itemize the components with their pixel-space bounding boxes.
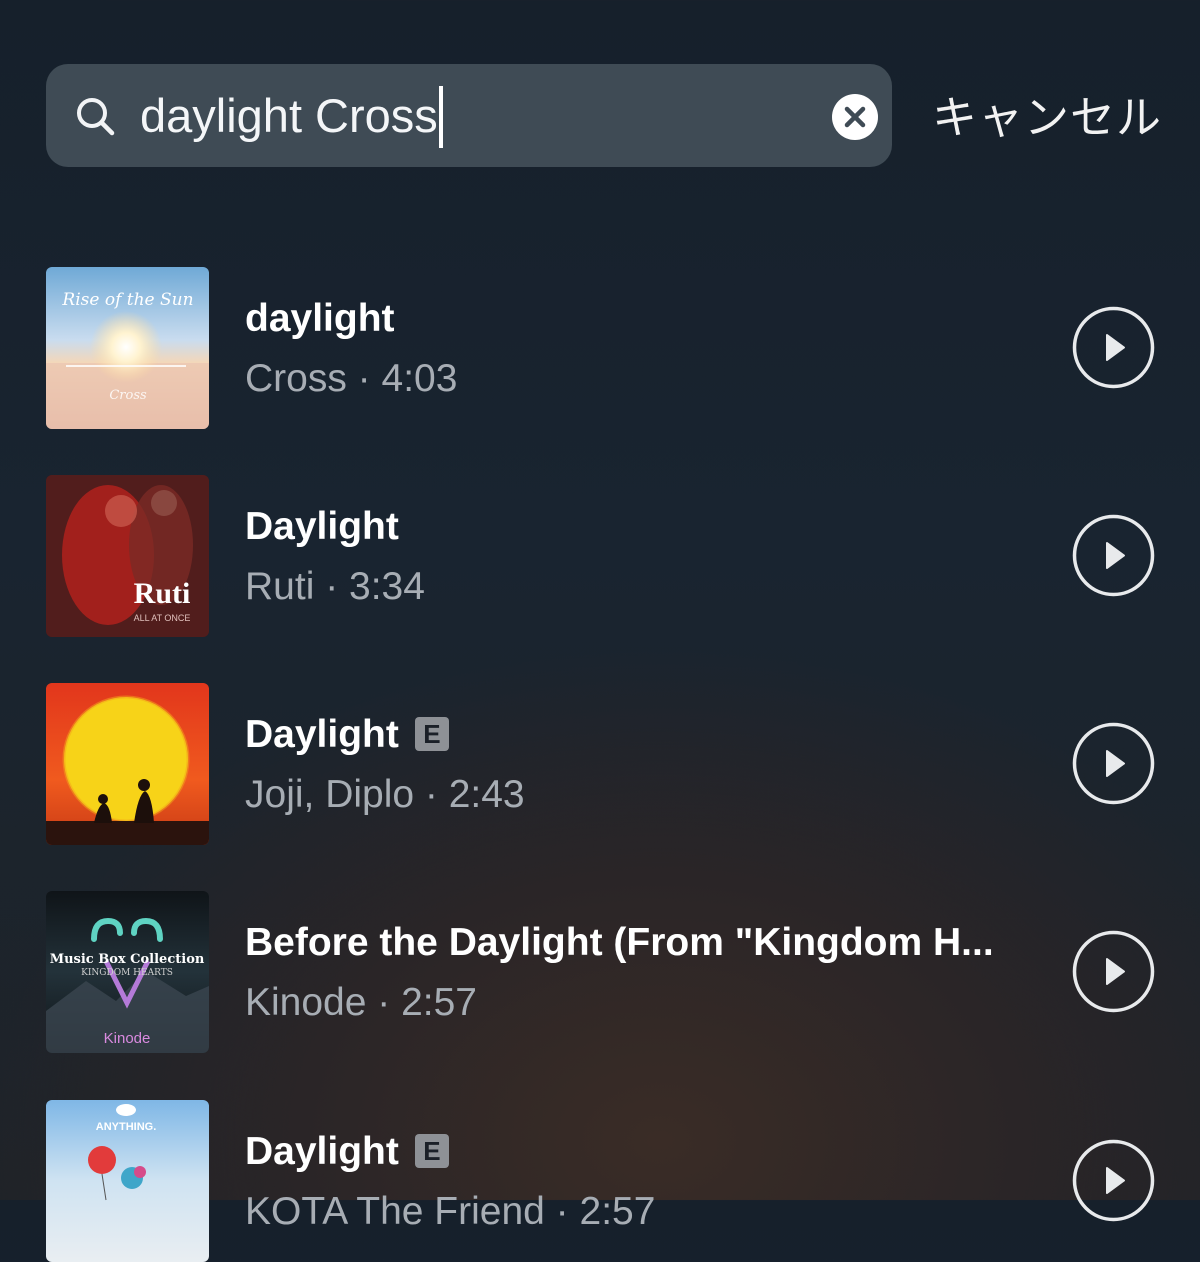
cancel-button[interactable]: キャンセル bbox=[932, 88, 1162, 148]
album-art: ANYTHING. bbox=[46, 1100, 209, 1262]
play-button-icon[interactable] bbox=[1072, 930, 1155, 1013]
album-art: Rise of the Sun Cross bbox=[46, 267, 209, 429]
play-button-icon[interactable] bbox=[1072, 306, 1155, 389]
art-album-text: ALL AT ONCE bbox=[134, 613, 191, 623]
clear-search-icon[interactable] bbox=[831, 93, 879, 141]
play-button-icon[interactable] bbox=[1072, 1139, 1155, 1222]
search-input[interactable]: daylight Cross bbox=[140, 85, 443, 148]
track-title: Daylight bbox=[245, 503, 399, 551]
track-title: Before the Daylight (From "Kingdom H... bbox=[245, 919, 994, 967]
text-cursor bbox=[438, 85, 443, 148]
search-query: daylight Cross bbox=[140, 89, 438, 142]
track-title-text: Daylight bbox=[245, 1130, 399, 1173]
album-art: Ruti ALL AT ONCE bbox=[46, 475, 209, 637]
track-title: daylight bbox=[245, 295, 395, 343]
list-item[interactable]: Ruti ALL AT ONCE Daylight Ruti · 3:34 bbox=[0, 475, 1200, 637]
track-subtitle: Cross · 4:03 bbox=[245, 357, 458, 400]
track-title: Daylight E bbox=[245, 1128, 449, 1176]
track-subtitle: Kinode · 2:57 bbox=[245, 981, 478, 1024]
track-title-text: Daylight bbox=[245, 713, 399, 756]
track-subtitle: KOTA The Friend · 2:57 bbox=[245, 1190, 656, 1233]
art-title-text: Music Box Collection bbox=[50, 952, 205, 967]
play-button-icon[interactable] bbox=[1072, 722, 1155, 805]
art-artist-text: Cross bbox=[109, 388, 147, 403]
explicit-badge: E bbox=[414, 717, 449, 751]
art-artist-text: Ruti bbox=[134, 577, 191, 610]
list-item[interactable]: Daylight E Joji, Diplo · 2:43 bbox=[0, 683, 1200, 845]
explicit-badge: E bbox=[414, 1134, 449, 1168]
list-item[interactable]: ANYTHING. Daylight E KOTA The Friend · 2:… bbox=[0, 1100, 1200, 1262]
list-item[interactable]: Rise of the Sun Cross daylight Cross · 4… bbox=[0, 267, 1200, 429]
search-icon bbox=[77, 98, 115, 136]
track-subtitle: Joji, Diplo · 2:43 bbox=[245, 773, 525, 816]
list-item[interactable]: Music Box Collection KINGDOM HEARTS Kino… bbox=[0, 891, 1200, 1053]
album-art bbox=[46, 683, 209, 845]
track-subtitle: Ruti · 3:34 bbox=[245, 565, 425, 608]
art-artist-text: Kinode bbox=[104, 1030, 151, 1047]
art-subtitle-text: KINGDOM HEARTS bbox=[81, 968, 173, 978]
art-title-text: ANYTHING. bbox=[96, 1121, 157, 1133]
track-title-text: daylight bbox=[245, 297, 395, 340]
track-title-text: Daylight bbox=[245, 505, 399, 548]
track-title: Daylight E bbox=[245, 711, 449, 759]
art-title-text: Rise of the Sun bbox=[61, 290, 193, 310]
album-art: Music Box Collection KINGDOM HEARTS Kino… bbox=[46, 891, 209, 1053]
track-title-text: Before the Daylight (From "Kingdom H... bbox=[245, 921, 994, 964]
play-button-icon[interactable] bbox=[1072, 514, 1155, 597]
